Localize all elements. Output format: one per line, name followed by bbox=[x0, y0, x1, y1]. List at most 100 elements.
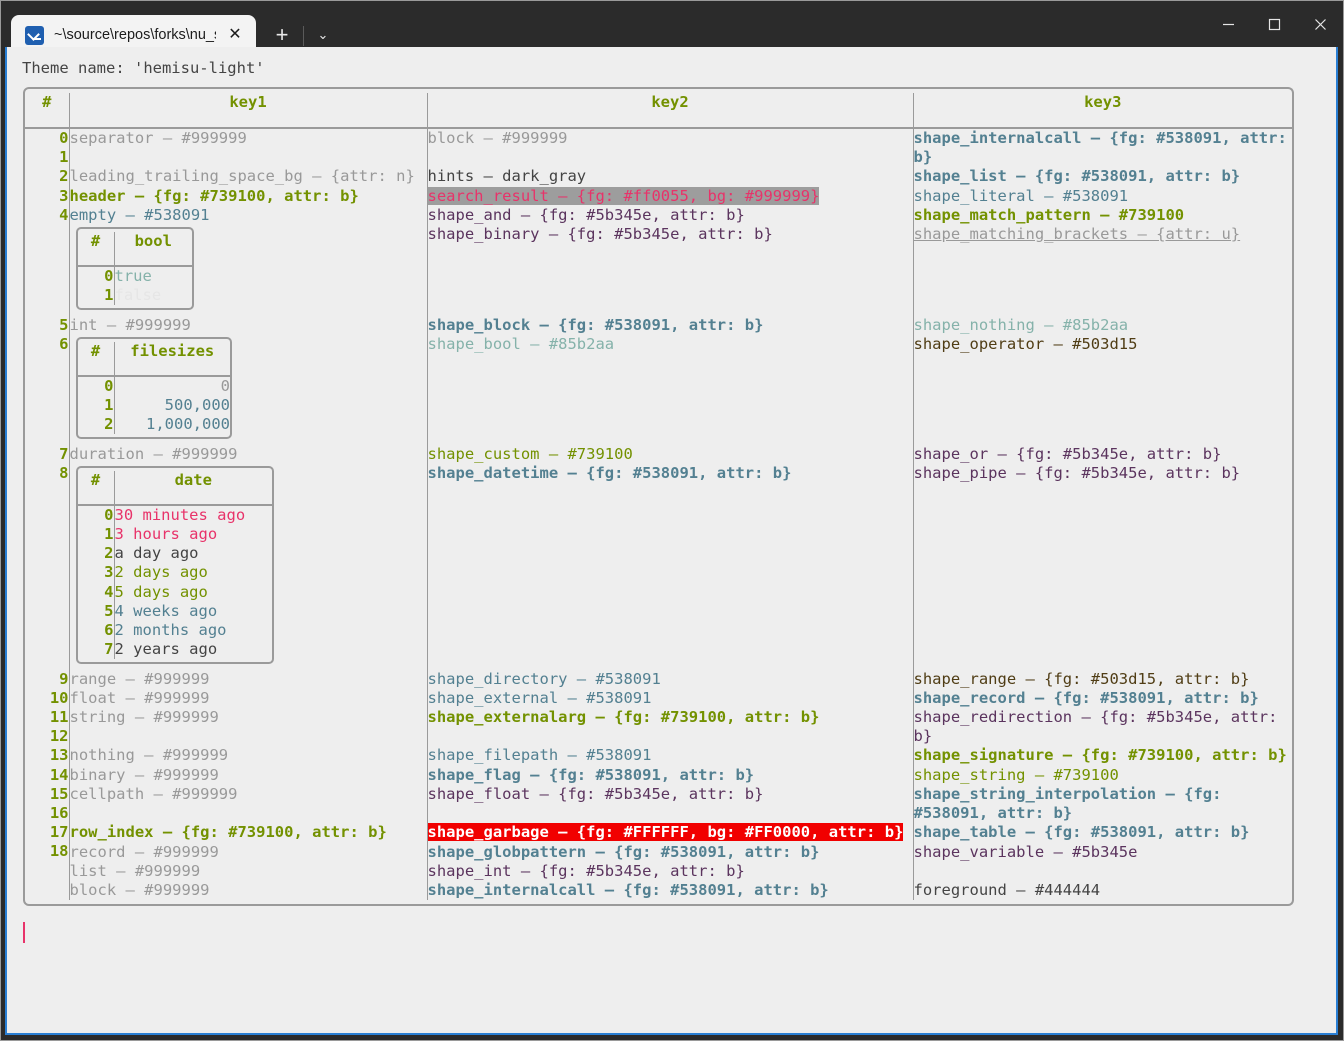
output-line: shape_binary – {fg: #5b345e, attr: b} bbox=[427, 225, 773, 244]
highlighted-text: shape_garbage – {fg: #FFFFFF, bg: #FF000… bbox=[427, 823, 904, 842]
nested-value: false bbox=[114, 286, 162, 305]
nested-table-body: # date 0 1 2 3 4 5 6 7 30 minutes ago 3 hours ago a … bbox=[75, 470, 274, 660]
output-line: shape_flag – {fg: #538091, attr: b} bbox=[427, 765, 755, 784]
key2-cell: shape_block – {fg: #538091, attr: b} shap… bbox=[427, 315, 914, 445]
maximize-button[interactable] bbox=[1251, 1, 1297, 47]
output-line: shape_or – {fg: #5b345e, attr: b} bbox=[913, 444, 1222, 463]
row-index-cell: 56 bbox=[25, 315, 70, 445]
nested-row-index: 2 bbox=[104, 415, 114, 434]
row-index: 2 bbox=[59, 167, 69, 186]
table-grid: # key1 key2 key3 0 1 2 3 4 separator – #99999… bbox=[25, 93, 1292, 901]
nested-grid: # date 0 1 2 3 4 5 6 7 30 minutes ago 3 hours ago a … bbox=[77, 470, 273, 660]
row-index: 13 bbox=[49, 746, 69, 765]
output-line: leading_trailing_space_bg – {attr: n} bbox=[69, 167, 415, 186]
nested-value: true bbox=[114, 267, 152, 286]
nested-table: # bool 0 1 true false bbox=[75, 227, 194, 311]
row-index: 8 bbox=[59, 463, 69, 482]
nested-row-index: 5 bbox=[104, 601, 114, 620]
terminal-icon bbox=[25, 25, 44, 45]
nested-value: 500,000 bbox=[146, 396, 230, 415]
nested-column-header-index: # bbox=[77, 232, 115, 268]
output-line: hints – dark_gray bbox=[427, 167, 587, 186]
nested-table-bottom-border bbox=[75, 434, 232, 440]
minimize-button[interactable] bbox=[1205, 1, 1251, 47]
row-index: 17 bbox=[49, 823, 69, 842]
output-line: shape_signature – {fg: #739100, attr: b} bbox=[913, 746, 1287, 765]
key3-cell: shape_range – {fg: #503d15, attr: b} shap… bbox=[913, 670, 1292, 900]
nested-column-header-value: bool bbox=[114, 232, 192, 268]
key1-cell: duration – #999999 # date 0 1 2 3 4 5 6 7 30 minute… bbox=[69, 444, 428, 670]
window-controls bbox=[1205, 1, 1343, 47]
nested-row-index: 1 bbox=[104, 525, 114, 544]
nested-header-row: # bool bbox=[77, 232, 192, 268]
row-index: 11 bbox=[49, 708, 69, 727]
nested-table: # filesizes 0 1 2 0 500,000 1,000,000 bbox=[75, 336, 232, 440]
row-index: 9 bbox=[59, 669, 69, 688]
nested-value: 2 days ago bbox=[114, 563, 208, 582]
nested-column-header-index: # bbox=[77, 341, 115, 377]
table-row: 7 8 duration – #999999 # date 0 1 2 3 4 5 6 7 30 minu… bbox=[25, 444, 1292, 670]
output-line: string – #999999 bbox=[69, 708, 219, 727]
terminal-content: Theme name: 'hemisu-light' # key1 key2 k… bbox=[7, 47, 1336, 944]
output-line: header – {fg: #739100, attr: b} bbox=[69, 186, 359, 205]
nested-table-body: # bool 0 1 true false bbox=[75, 232, 194, 306]
terminal-window: ~\source\repos\forks\nu_scrip ✕ + ⌄ Them… bbox=[0, 0, 1344, 1041]
output-line: shape_table – {fg: #538091, attr: b} bbox=[913, 823, 1250, 842]
nested-table-row: 0 1 2 3 4 5 6 7 30 minutes ago 3 hours ago a day a… bbox=[77, 504, 273, 660]
row-index: 18 bbox=[49, 842, 69, 861]
output-line: shape_matching_brackets – {attr: u} bbox=[913, 225, 1241, 244]
nested-row-index: 1 bbox=[104, 396, 114, 415]
key3-cell: shape_internalcall – {fg: #538091, attr:… bbox=[913, 128, 1292, 316]
close-button[interactable] bbox=[1297, 1, 1343, 47]
table-row: 9 10 11 12 13 14 15 16 17 18 range – #999999 float … bbox=[25, 669, 1292, 901]
row-index: 7 bbox=[59, 444, 69, 463]
row-index: 4 bbox=[59, 205, 69, 224]
key2-cell: block – #999999 hints – dark_gray search_… bbox=[427, 128, 914, 316]
row-index: 15 bbox=[49, 784, 69, 803]
nested-index-cell: 01 bbox=[77, 266, 115, 306]
row-index: 0 bbox=[59, 129, 69, 147]
output-line: block – #999999 bbox=[427, 129, 568, 147]
table-body-rows: 0 1 2 3 4 separator – #999999 leading_trailin… bbox=[25, 128, 1292, 901]
nested-value-cell: 30 minutes ago 3 hours ago a day ago 2 days… bbox=[114, 505, 272, 660]
key1-cell: separator – #999999 leading_trailing_spa… bbox=[69, 128, 428, 316]
row-index: 3 bbox=[59, 186, 69, 205]
output-line: block – #999999 bbox=[69, 880, 210, 899]
output-line: shape_filepath – #538091 bbox=[427, 746, 652, 765]
output-line: row_index – {fg: #739100, attr: b} bbox=[69, 823, 387, 842]
table-header-row: # key1 key2 key3 bbox=[25, 93, 1292, 129]
nested-row-index: 6 bbox=[104, 621, 114, 640]
key1-cell: int – #999999 # filesizes 0 1 2 0 500,000 1,00… bbox=[69, 315, 428, 445]
key2-cell: shape_directory – #538091 shape_external … bbox=[427, 669, 914, 901]
output-line: shape_record – {fg: #538091, attr: b} bbox=[913, 688, 1259, 707]
output-line: shape_list – {fg: #538091, attr: b} bbox=[913, 167, 1241, 186]
row-index: 16 bbox=[49, 803, 69, 822]
nested-row-index: 2 bbox=[104, 544, 114, 563]
output-line: binary – #999999 bbox=[69, 765, 219, 784]
nested-index-cell: 012 bbox=[77, 375, 115, 435]
output-line: shape_int – {fg: #5b345e, attr: b} bbox=[427, 861, 745, 880]
nested-table-body: # filesizes 0 1 2 0 500,000 1,000,000 bbox=[75, 341, 232, 435]
row-index-cell: 78 bbox=[25, 444, 70, 670]
table-row: 5 6 int – #999999 # filesizes 0 1 2 0 500,000 1,… bbox=[25, 315, 1292, 445]
output-line: shape_range – {fg: #503d15, attr: b} bbox=[913, 669, 1250, 688]
output-line: shape_operator – #503d15 bbox=[913, 334, 1138, 353]
table-bottom-border bbox=[23, 900, 1294, 907]
nested-value: 3 hours ago bbox=[114, 525, 218, 544]
output-line: shape_literal – #538091 bbox=[913, 186, 1129, 205]
output-line: shape_float – {fg: #5b345e, attr: b} bbox=[427, 784, 764, 803]
terminal-pane[interactable]: Theme name: 'hemisu-light' # key1 key2 k… bbox=[5, 47, 1338, 1035]
nested-row-index: 3 bbox=[104, 563, 114, 582]
output-line: shape_custom – #739100 bbox=[427, 444, 633, 463]
nested-value: 0 bbox=[146, 376, 230, 395]
close-icon[interactable]: ✕ bbox=[222, 22, 248, 48]
output-line: shape_bool – #85b2aa bbox=[427, 334, 615, 353]
nested-row-index: 4 bbox=[104, 582, 114, 601]
row-index-cell: 9 10 11 12 13 14 15 16 17 18 bbox=[25, 669, 70, 901]
output-line: shape_nothing – #85b2aa bbox=[913, 315, 1129, 334]
nested-value: 5 days ago bbox=[114, 582, 208, 601]
